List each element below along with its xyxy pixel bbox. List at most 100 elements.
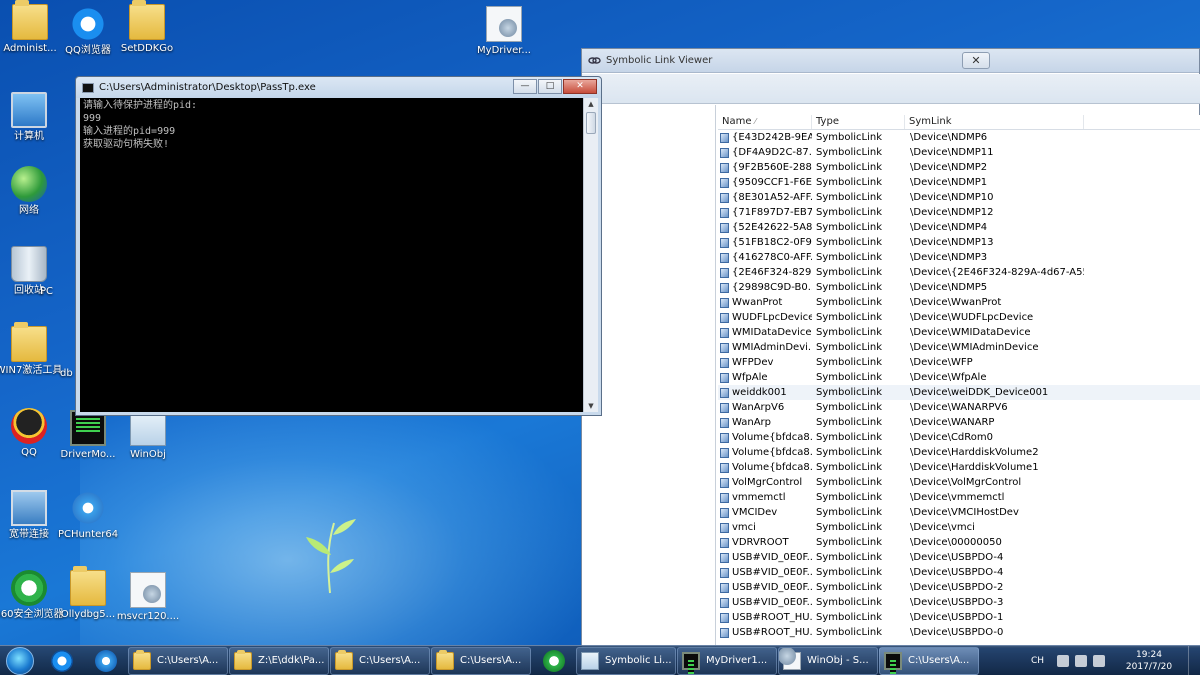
table-row[interactable]: USB#VID_0E0F... SymbolicLink \Device\USBPD… (718, 580, 1200, 595)
toolbar-strip (582, 74, 1200, 104)
cell-type: SymbolicLink (816, 462, 883, 473)
close-button[interactable]: ✕ (563, 79, 597, 94)
table-row[interactable]: {71F897D7-EB7... SymbolicLink \Device\NDMP… (718, 205, 1200, 220)
cell-symlink: \Device\HarddiskVolume2 (910, 447, 1039, 458)
table-row[interactable]: WanArpV6 SymbolicLink \Device\WANARPV6 (718, 400, 1200, 415)
symlink-icon (720, 477, 729, 488)
desktop-icon-network[interactable]: 网络 (0, 166, 64, 217)
clock[interactable]: 19:24 2017/7/20 (1114, 649, 1184, 673)
symlink-list[interactable]: Name ⁄ Type SymLink {E43D242B-9EA... Symb… (718, 115, 1200, 647)
flag-icon[interactable] (1057, 654, 1069, 667)
cell-symlink: \Device\WFP (910, 357, 973, 368)
cell-symlink: \Device\vmci (910, 522, 975, 533)
table-row[interactable]: {9509CCF1-F6E... SymbolicLink \Device\NDMP… (718, 175, 1200, 190)
table-row[interactable]: Volume{bfdca8... SymbolicLink \Device\Hard… (718, 445, 1200, 460)
table-row[interactable]: VMCIDev SymbolicLink \Device\VMCIHostDev (718, 505, 1200, 520)
column-header-symlink[interactable]: SymLink (905, 115, 1084, 129)
symlink-icon (720, 192, 729, 203)
table-row[interactable]: {9F2B560E-288... SymbolicLink \Device\NDMP… (718, 160, 1200, 175)
table-row[interactable]: USB#VID_0E0F... SymbolicLink \Device\USBPD… (718, 550, 1200, 565)
table-row[interactable]: vmci SymbolicLink \Device\vmci (718, 520, 1200, 535)
scroll-up-icon[interactable]: ▲ (584, 98, 598, 110)
table-row[interactable]: USB#ROOT_HU... SymbolicLink \Device\USBPDO… (718, 610, 1200, 625)
console-output[interactable]: 请输入待保护进程的pid: 999 输入进程的pid=999 获取驱动句柄失败! (80, 98, 583, 412)
taskbar-button[interactable]: Symbolic Li... (576, 646, 676, 675)
table-row[interactable]: vmmemctl SymbolicLink \Device\vmmemctl (718, 490, 1200, 505)
symlink-viewer-window[interactable]: Symbolic Link Viewer ✕ Name ⁄ Type SymLi… (581, 48, 1200, 648)
desktop-icon-winobj[interactable]: WinObj (113, 410, 183, 461)
table-row[interactable]: Volume{bfdca8... SymbolicLink \Device\CdRo… (718, 430, 1200, 445)
taskbar-button[interactable]: C:\Users\A... (128, 646, 228, 675)
pinned-360-browser[interactable] (532, 647, 576, 675)
taskbar-button[interactable]: C:\Users\A... (879, 646, 979, 675)
table-row[interactable]: {DF4A9D2C-87... SymbolicLink \Device\NDMP1… (718, 145, 1200, 160)
cell-symlink: \Device\VMCIHostDev (910, 507, 1019, 518)
table-row[interactable]: {8E301A52-AFF... SymbolicLink \Device\NDMP… (718, 190, 1200, 205)
table-row[interactable]: WanArp SymbolicLink \Device\WANARP (718, 415, 1200, 430)
desktop-icon-pc-partial[interactable]: PC (40, 286, 80, 298)
volume-icon[interactable] (1093, 654, 1105, 667)
maximize-button[interactable]: □ (538, 79, 562, 94)
table-row[interactable]: WMIDataDevice SymbolicLink \Device\WMIData… (718, 325, 1200, 340)
taskbar-button[interactable]: C:\Users\A... (330, 646, 430, 675)
cell-symlink: \Device\WANARP (910, 417, 995, 428)
table-row[interactable]: {51FB18C2-0F9... SymbolicLink \Device\NDMP… (718, 235, 1200, 250)
console-scrollbar[interactable]: ▲ ▼ (583, 98, 598, 412)
symlink-icon (720, 312, 729, 323)
table-row[interactable]: VDRVROOT SymbolicLink \Device\00000050 (718, 535, 1200, 550)
desktop-icon-mydriver[interactable]: MyDriver... (469, 6, 539, 57)
cell-type: SymbolicLink (816, 207, 883, 218)
language-indicator[interactable]: CH (1031, 656, 1044, 666)
symlink-viewer-titlebar[interactable]: Symbolic Link Viewer (582, 49, 1199, 73)
table-row[interactable]: {52E42622-5A8... SymbolicLink \Device\NDMP… (718, 220, 1200, 235)
table-row[interactable]: USB#VID_0E0F... SymbolicLink \Device\USBPD… (718, 565, 1200, 580)
desktop-icon-msvcr120[interactable]: msvcr120.... (113, 572, 183, 623)
console-window[interactable]: C:\Users\Administrator\Desktop\PassTp.ex… (75, 76, 602, 416)
table-row[interactable]: {29898C9D-B0... SymbolicLink \Device\NDMP5 (718, 280, 1200, 295)
table-row[interactable]: USB#VID_0E0F... SymbolicLink \Device\USBPD… (718, 595, 1200, 610)
table-row[interactable]: weiddk001 SymbolicLink \Device\weiDDK_Devi… (718, 385, 1200, 400)
pinned-ie[interactable] (84, 647, 128, 675)
network-icon[interactable] (1075, 654, 1087, 667)
table-row[interactable]: WFPDev SymbolicLink \Device\WFP (718, 355, 1200, 370)
taskbar-buttons: C:\Users\A... Z:\E\ddk\Pa... C:\Users\A...… (128, 646, 980, 675)
cell-symlink: \Device\WUDFLpcDevice (910, 312, 1034, 323)
table-row[interactable]: USB#ROOT_HU... SymbolicLink \Device\USBPDO… (718, 625, 1200, 640)
table-row[interactable]: WUDFLpcDevice SymbolicLink \Device\WUDFLpc… (718, 310, 1200, 325)
start-button[interactable] (0, 646, 40, 675)
table-row[interactable]: {416278C0-AFF... SymbolicLink \Device\NDMP… (718, 250, 1200, 265)
scroll-down-icon[interactable]: ▼ (584, 400, 598, 412)
cell-name: {52E42622-5A8... (718, 220, 812, 235)
taskbar-button[interactable]: WinObj - S... (778, 646, 878, 675)
cell-symlink: \Device\vmmemctl (910, 492, 1005, 503)
taskbar-button[interactable]: MyDriver1... (677, 646, 777, 675)
cell-type: SymbolicLink (816, 222, 883, 233)
table-row[interactable]: {2E46F324-829... SymbolicLink \Device\{2E4… (718, 265, 1200, 280)
cell-symlink: \Device\weiDDK_Device001 (910, 387, 1049, 398)
minimize-button[interactable]: — (513, 79, 537, 94)
tree-pane[interactable] (582, 105, 716, 647)
close-button[interactable]: ✕ (962, 52, 990, 69)
table-row[interactable]: WwanProt SymbolicLink \Device\WwanProt (718, 295, 1200, 310)
show-desktop-button[interactable] (1188, 645, 1200, 675)
table-row[interactable]: {E43D242B-9EA... SymbolicLink \Device\NDMP… (718, 130, 1200, 145)
desktop-icon-computer[interactable]: 计算机 (0, 92, 64, 143)
column-header-type[interactable]: Type (812, 115, 905, 129)
desktop-icon-pchunter[interactable]: PCHunter64 (53, 490, 123, 541)
taskbar-button[interactable]: C:\Users\A... (431, 646, 531, 675)
table-row[interactable]: VolMgrControl SymbolicLink \Device\VolMgrC… (718, 475, 1200, 490)
table-row[interactable]: WMIAdminDevi... SymbolicLink \Device\WMIAd… (718, 340, 1200, 355)
cell-symlink: \Device\VolMgrControl (910, 477, 1022, 488)
folder-icon (12, 0, 48, 40)
pinned-qq-browser[interactable] (40, 647, 84, 675)
cell-name: Volume{bfdca8... (718, 460, 812, 475)
desktop-icon-win7-activator[interactable]: WIN7激活工具 (0, 322, 64, 377)
table-row[interactable]: WfpAle SymbolicLink \Device\WfpAle (718, 370, 1200, 385)
scroll-thumb[interactable] (586, 112, 596, 134)
table-row[interactable]: Volume{bfdca8... SymbolicLink \Device\Hard… (718, 460, 1200, 475)
desktop-icon-setddkgo[interactable]: SetDDKGo (112, 0, 182, 55)
column-header-name[interactable]: Name ⁄ (718, 115, 812, 129)
taskbar-button[interactable]: Z:\E\ddk\Pa... (229, 646, 329, 675)
file-icon (486, 6, 522, 42)
cell-name: WMIDataDevice (718, 325, 812, 340)
